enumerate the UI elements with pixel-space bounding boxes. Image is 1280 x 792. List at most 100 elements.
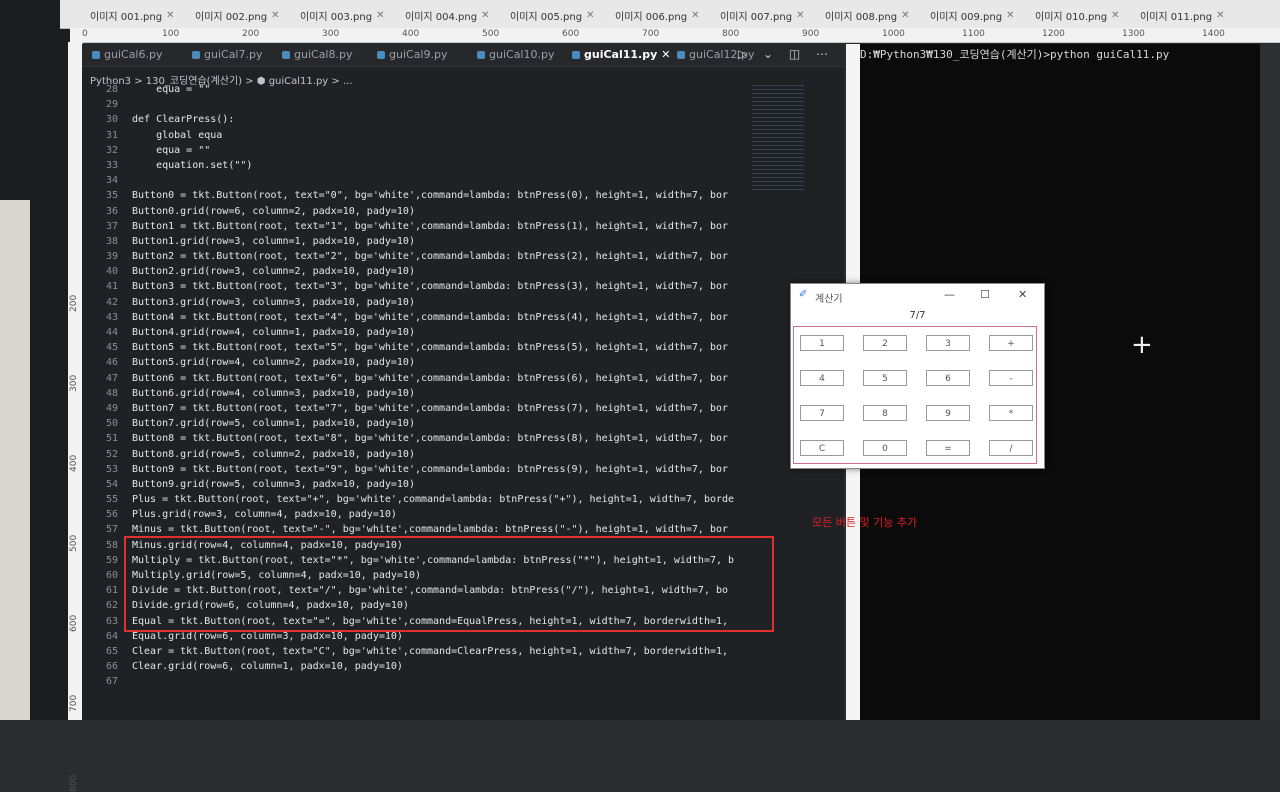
close-button[interactable]: ✕	[1018, 288, 1027, 301]
image-tab[interactable]: 이미지 004.png ✕	[405, 6, 489, 24]
image-tab-label: 이미지 009.png	[930, 11, 1003, 23]
calculator-key[interactable]: 0	[863, 440, 907, 456]
code-line[interactable]: 42 Button3.grid(row=3, column=3, padx=10,…	[82, 297, 844, 312]
code-line[interactable]: 67	[82, 676, 844, 691]
code-editor: ▷ ⌄ ◫ ⋯ guiCal6.py guiCal7.py guiCal8.py gu…	[82, 44, 844, 720]
close-icon[interactable]: ✕	[796, 10, 804, 21]
line-number: 65	[105, 645, 118, 657]
image-tab-label: 이미지 004.png	[405, 11, 478, 23]
code-line[interactable]: 39 Button2 = tkt.Button(root, text="2", b…	[82, 251, 844, 266]
code-line[interactable]: 28 equa = ""	[82, 84, 844, 99]
close-icon[interactable]: ✕	[166, 10, 174, 21]
code-line[interactable]: 45 Button5 = tkt.Button(root, text="5", b…	[82, 342, 844, 357]
calculator-key[interactable]: 6	[926, 370, 970, 386]
close-icon[interactable]: ✕	[481, 10, 489, 21]
file-tab[interactable]: guiCal7.py	[192, 48, 262, 61]
image-tab[interactable]: 이미지 007.png ✕	[720, 6, 804, 24]
image-viewer-tabbar: 이미지 001.png ✕ 이미지 002.png ✕ 이미지 003.png ✕ 이미지 …	[60, 0, 1280, 29]
code-line[interactable]: 34	[82, 175, 844, 190]
code-line[interactable]: 40 Button2.grid(row=3, column=2, padx=10,…	[82, 266, 844, 281]
code-line[interactable]: 52 Button8.grid(row=5, column=2, padx=10,…	[82, 449, 844, 464]
file-tab[interactable]: guiCal8.py	[282, 48, 352, 61]
close-icon[interactable]: ✕	[691, 10, 699, 21]
ruler-tick: 600	[562, 29, 580, 39]
calculator-key[interactable]: 7	[800, 405, 844, 421]
image-tab[interactable]: 이미지 006.png ✕	[615, 6, 699, 24]
file-tab[interactable]: guiCal12.py	[677, 48, 754, 61]
code-line[interactable]: 56 Plus.grid(row=3, column=4, padx=10, pa…	[82, 509, 844, 524]
file-tab[interactable]: guiCal10.py	[477, 48, 554, 61]
code-line[interactable]: 32 equa = ""	[82, 145, 844, 160]
calculator-key[interactable]: -	[989, 370, 1033, 386]
code-line[interactable]: 49 Button7 = tkt.Button(root, text="7", b…	[82, 403, 844, 418]
code-line[interactable]: 66 Clear.grid(row=6, column=1, padx=10, p…	[82, 661, 844, 676]
code-line[interactable]: 64 Equal.grid(row=6, column=3, padx=10, p…	[82, 631, 844, 646]
calculator-key[interactable]: /	[989, 440, 1033, 456]
image-tab[interactable]: 이미지 011.png ✕	[1140, 6, 1224, 24]
code-line[interactable]: 29	[82, 99, 844, 114]
calculator-keypad: 1 2 3 +4 5 6 - 7 8 9 * C 0 = /	[793, 326, 1037, 464]
minimize-button[interactable]: —	[944, 288, 955, 301]
code-line[interactable]: 47 Button6 = tkt.Button(root, text="6", b…	[82, 373, 844, 388]
calculator-key[interactable]: C	[800, 440, 844, 456]
close-icon[interactable]: ✕	[586, 10, 594, 21]
line-number: 47	[105, 372, 118, 384]
close-icon[interactable]: ✕	[901, 10, 909, 21]
close-icon[interactable]: ✕	[1216, 10, 1224, 21]
calculator-key[interactable]: +	[989, 335, 1033, 351]
ruler-tick: 0	[82, 29, 88, 39]
calculator-key[interactable]: 3	[926, 335, 970, 351]
code-line[interactable]: 41 Button3 = tkt.Button(root, text="3", b…	[82, 281, 844, 296]
code-line[interactable]: 31 global equa	[82, 130, 844, 145]
file-tab[interactable]: guiCal11.py ✕	[572, 48, 671, 61]
code-text: Button7.grid(row=5, column=1, padx=10, p…	[132, 418, 415, 430]
close-icon[interactable]: ✕	[1111, 10, 1119, 21]
code-line[interactable]: 65 Clear = tkt.Button(root, text="C", bg=…	[82, 646, 844, 661]
image-tab[interactable]: 이미지 001.png ✕	[90, 6, 174, 24]
code-line[interactable]: 43 Button4 = tkt.Button(root, text="4", b…	[82, 312, 844, 327]
calculator-key[interactable]: *	[989, 405, 1033, 421]
code-text: Button3 = tkt.Button(root, text="3", bg=…	[132, 281, 729, 293]
code-line[interactable]: 36 Button0.grid(row=6, column=2, padx=10,…	[82, 206, 844, 221]
code-line[interactable]: 51 Button8 = tkt.Button(root, text="8", b…	[82, 433, 844, 448]
code-line[interactable]: 33 equation.set("")	[82, 160, 844, 175]
close-icon[interactable]: ✕	[1006, 10, 1014, 21]
code-line[interactable]: 44 Button4.grid(row=4, column=1, padx=10,…	[82, 327, 844, 342]
image-tab[interactable]: 이미지 008.png ✕	[825, 6, 909, 24]
code-text: Button0 = tkt.Button(root, text="0", bg=…	[132, 190, 729, 202]
code-line[interactable]: 46 Button5.grid(row=4, column=2, padx=10,…	[82, 357, 844, 372]
calculator-key[interactable]: 5	[863, 370, 907, 386]
code-line[interactable]: 50 Button7.grid(row=5, column=1, padx=10,…	[82, 418, 844, 433]
code-text: Button0.grid(row=6, column=2, padx=10, p…	[132, 205, 415, 217]
image-tab[interactable]: 이미지 009.png ✕	[930, 6, 1014, 24]
code-line[interactable]: 30 def ClearPress():	[82, 114, 844, 129]
calculator-titlebar[interactable]: ✐ 계산기 — ☐ ✕	[791, 284, 1044, 308]
image-tab[interactable]: 이미지 003.png ✕	[300, 6, 384, 24]
code-line[interactable]: 53 Button9 = tkt.Button(root, text="9", b…	[82, 464, 844, 479]
image-tab[interactable]: 이미지 005.png ✕	[510, 6, 594, 24]
calculator-key[interactable]: 2	[863, 335, 907, 351]
calculator-key[interactable]: 1	[800, 335, 844, 351]
code-line[interactable]: 37 Button1 = tkt.Button(root, text="1", b…	[82, 221, 844, 236]
file-tab[interactable]: guiCal6.py	[92, 48, 162, 61]
file-tab[interactable]: guiCal9.py	[377, 48, 447, 61]
close-icon[interactable]: ✕	[376, 10, 384, 21]
code-line[interactable]: 54 Button9.grid(row=5, column=3, padx=10,…	[82, 479, 844, 494]
ruler-tick: 1300	[1122, 29, 1145, 39]
code-line[interactable]: 48 Button6.grid(row=4, column=3, padx=10,…	[82, 388, 844, 403]
calculator-key[interactable]: 9	[926, 405, 970, 421]
close-icon[interactable]: ✕	[271, 10, 279, 21]
image-tab[interactable]: 이미지 010.png ✕	[1035, 6, 1119, 24]
close-icon[interactable]: ✕	[661, 48, 670, 61]
minimap[interactable]	[752, 82, 804, 192]
calculator-key[interactable]: 8	[863, 405, 907, 421]
maximize-button[interactable]: ☐	[980, 288, 990, 301]
calculator-key[interactable]: 4	[800, 370, 844, 386]
calculator-key[interactable]: =	[926, 440, 970, 456]
code-line[interactable]: 55 Plus = tkt.Button(root, text="+", bg='…	[82, 494, 844, 509]
line-number: 64	[105, 630, 118, 642]
crosshair-cursor-icon: +	[1131, 330, 1153, 360]
code-line[interactable]: 38 Button1.grid(row=3, column=1, padx=10,…	[82, 236, 844, 251]
code-line[interactable]: 35 Button0 = tkt.Button(root, text="0", b…	[82, 190, 844, 205]
image-tab[interactable]: 이미지 002.png ✕	[195, 6, 279, 24]
